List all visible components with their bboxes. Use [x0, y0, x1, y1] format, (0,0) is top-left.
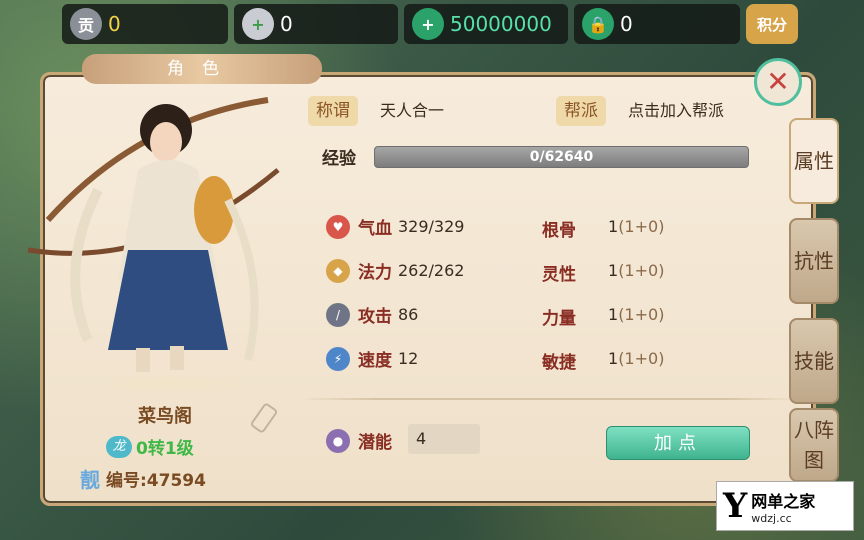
- guild-tag: 帮派: [556, 96, 606, 126]
- stat-row-speed: ⚡ 速度 12: [326, 346, 418, 371]
- attr-label: 根骨: [542, 221, 576, 241]
- tab-attributes[interactable]: 属性: [789, 118, 839, 204]
- silver-ingot-icon: +: [242, 8, 274, 40]
- stat-row-attack: / 攻击 86: [326, 302, 418, 327]
- potential-icon: ●: [326, 428, 350, 453]
- jade-value: 50000000: [450, 12, 552, 36]
- sword-icon: /: [326, 302, 350, 327]
- exp-bar: 0/62640: [374, 146, 749, 168]
- logo-mark: Y: [723, 486, 748, 526]
- attr-value: 1(1+0): [608, 349, 665, 368]
- tribute-currency[interactable]: 贡 0: [62, 4, 228, 44]
- divider: [300, 398, 800, 400]
- lightning-icon: ⚡: [326, 346, 350, 371]
- attr-label: 力量: [542, 309, 576, 329]
- stat-label: 气血: [358, 219, 392, 239]
- site-watermark-logo: Y 网单之家 wdzj.cc: [716, 481, 854, 531]
- stat-label: 攻击: [358, 307, 392, 327]
- currency-bar: 贡 0 + 0 + 50000000 🔒 0: [62, 4, 740, 44]
- attr-label: 灵性: [542, 265, 576, 285]
- logo-url: wdzj.cc: [751, 511, 792, 525]
- stat-label: 速度: [358, 351, 392, 371]
- jade-currency[interactable]: + 50000000: [404, 4, 568, 44]
- heart-icon: ♥: [326, 214, 350, 239]
- potential-row: ● 潜能: [326, 428, 398, 453]
- stat-value: 329/329: [398, 217, 465, 236]
- locked-jade-value: 0: [620, 12, 633, 36]
- jade-locked-icon: 🔒: [582, 8, 614, 40]
- potential-value: 4: [408, 424, 480, 454]
- title-value: 天人合一: [380, 101, 445, 120]
- attr-value: 1(1+0): [608, 261, 665, 280]
- character-id: 靓 编号:47594: [80, 464, 206, 493]
- character-portrait: [18, 80, 288, 400]
- exp-label: 经验: [322, 149, 356, 169]
- id-text: 编号:47594: [106, 471, 206, 491]
- score-button[interactable]: 积分: [746, 4, 798, 44]
- stat-value: 262/262: [398, 261, 465, 280]
- stat-row-hp: ♥ 气血 329/329: [326, 214, 464, 239]
- title-tag: 称谓: [308, 96, 358, 126]
- tab-skills[interactable]: 技能: [789, 318, 839, 404]
- pretty-id-badge-icon: 靓: [80, 468, 100, 492]
- join-guild-link[interactable]: 点击加入帮派: [628, 96, 724, 126]
- stat-value: 86: [398, 305, 419, 324]
- silver-value: 0: [280, 12, 293, 36]
- tribute-value: 0: [108, 12, 121, 36]
- level-text: 0转1级: [136, 439, 194, 459]
- stat-label: 法力: [358, 263, 392, 283]
- tab-resistance[interactable]: 抗性: [789, 218, 839, 304]
- attr-value: 1(1+0): [608, 217, 665, 236]
- character-level: 龙 0转1级: [106, 434, 194, 459]
- tab-formation[interactable]: 八阵图: [789, 408, 839, 482]
- locked-jade-currency[interactable]: 🔒 0: [574, 4, 740, 44]
- add-points-button[interactable]: 加点: [606, 426, 750, 460]
- jade-plus-icon: +: [412, 8, 444, 40]
- close-button[interactable]: ✕: [754, 58, 802, 106]
- attr-value: 1(1+0): [608, 305, 665, 324]
- tribute-coin-icon: 贡: [70, 8, 102, 40]
- dragon-badge-icon: 龙: [106, 435, 132, 458]
- stat-value: 12: [398, 349, 419, 368]
- potential-label: 潜能: [358, 433, 392, 453]
- character-figure-icon: [27, 97, 280, 372]
- character-name: 菜鸟阁: [138, 406, 192, 427]
- logo-title: 网单之家: [751, 491, 816, 511]
- silver-currency[interactable]: + 0: [234, 4, 398, 44]
- attr-label: 敏捷: [542, 353, 576, 373]
- mana-icon: ◆: [326, 258, 350, 283]
- stat-row-mp: ◆ 法力 262/262: [326, 258, 464, 283]
